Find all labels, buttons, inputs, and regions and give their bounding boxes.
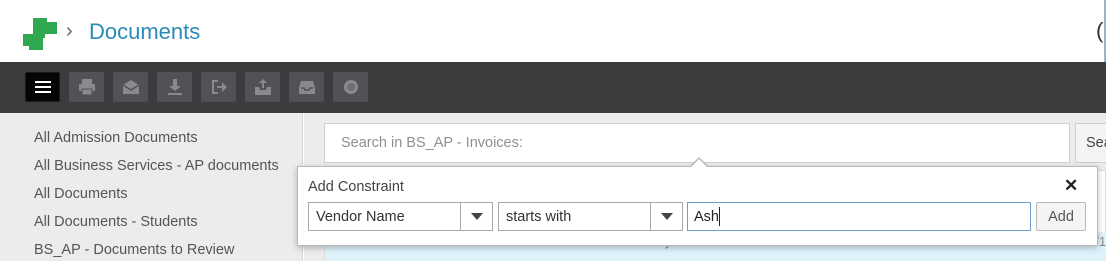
email-icon	[122, 80, 139, 94]
inbox-upload-button[interactable]	[245, 72, 280, 102]
header-user-indicator[interactable]: (	[1096, 18, 1103, 44]
text-cursor	[719, 207, 720, 226]
download-icon	[167, 79, 182, 95]
sidebar-item-all-documents-students[interactable]: All Documents - Students	[34, 214, 198, 230]
record-icon	[343, 80, 358, 94]
inbox-icon	[298, 81, 315, 94]
print-button[interactable]	[69, 72, 104, 102]
menu-button[interactable]	[25, 72, 60, 102]
chevron-down-icon[interactable]	[650, 203, 682, 230]
download-button[interactable]	[157, 72, 192, 102]
sidebar-item-all-admission-documents[interactable]: All Admission Documents	[34, 130, 198, 146]
page-title[interactable]: Documents	[89, 19, 200, 45]
field-select[interactable]: Vendor Name	[308, 202, 493, 231]
email-button[interactable]	[113, 72, 148, 102]
operator-select[interactable]: starts with	[498, 202, 683, 231]
toolbar	[0, 62, 1106, 113]
sidebar-item-bs-ap-documents-to-review[interactable]: BS_AP - Documents to Review	[34, 242, 234, 258]
constraint-value-input[interactable]	[687, 202, 1031, 231]
sidebar-item-all-business-services[interactable]: All Business Services - AP documents	[34, 158, 279, 174]
search-button[interactable]: Sea	[1075, 123, 1106, 163]
breadcrumb-separator: ›	[66, 20, 73, 42]
close-icon[interactable]: ✕	[1064, 176, 1078, 196]
record-button[interactable]	[333, 72, 368, 102]
field-select-value: Vendor Name	[316, 209, 405, 225]
popup-title: Add Constraint	[308, 179, 404, 195]
chevron-down-icon[interactable]	[460, 203, 492, 230]
operator-select-value: starts with	[506, 209, 572, 225]
popup-pointer-fill	[690, 159, 708, 168]
app-header: › Documents (	[0, 0, 1106, 62]
menu-icon	[34, 81, 51, 93]
export-button[interactable]	[201, 72, 236, 102]
inbox-button[interactable]	[289, 72, 324, 102]
sidebar-item-all-documents[interactable]: All Documents	[34, 186, 127, 202]
inbox-upload-icon	[254, 79, 271, 95]
app-logo-icon[interactable]	[23, 18, 57, 50]
export-icon	[211, 80, 227, 94]
add-constraint-button[interactable]: Add	[1036, 202, 1086, 231]
print-icon	[78, 79, 95, 96]
